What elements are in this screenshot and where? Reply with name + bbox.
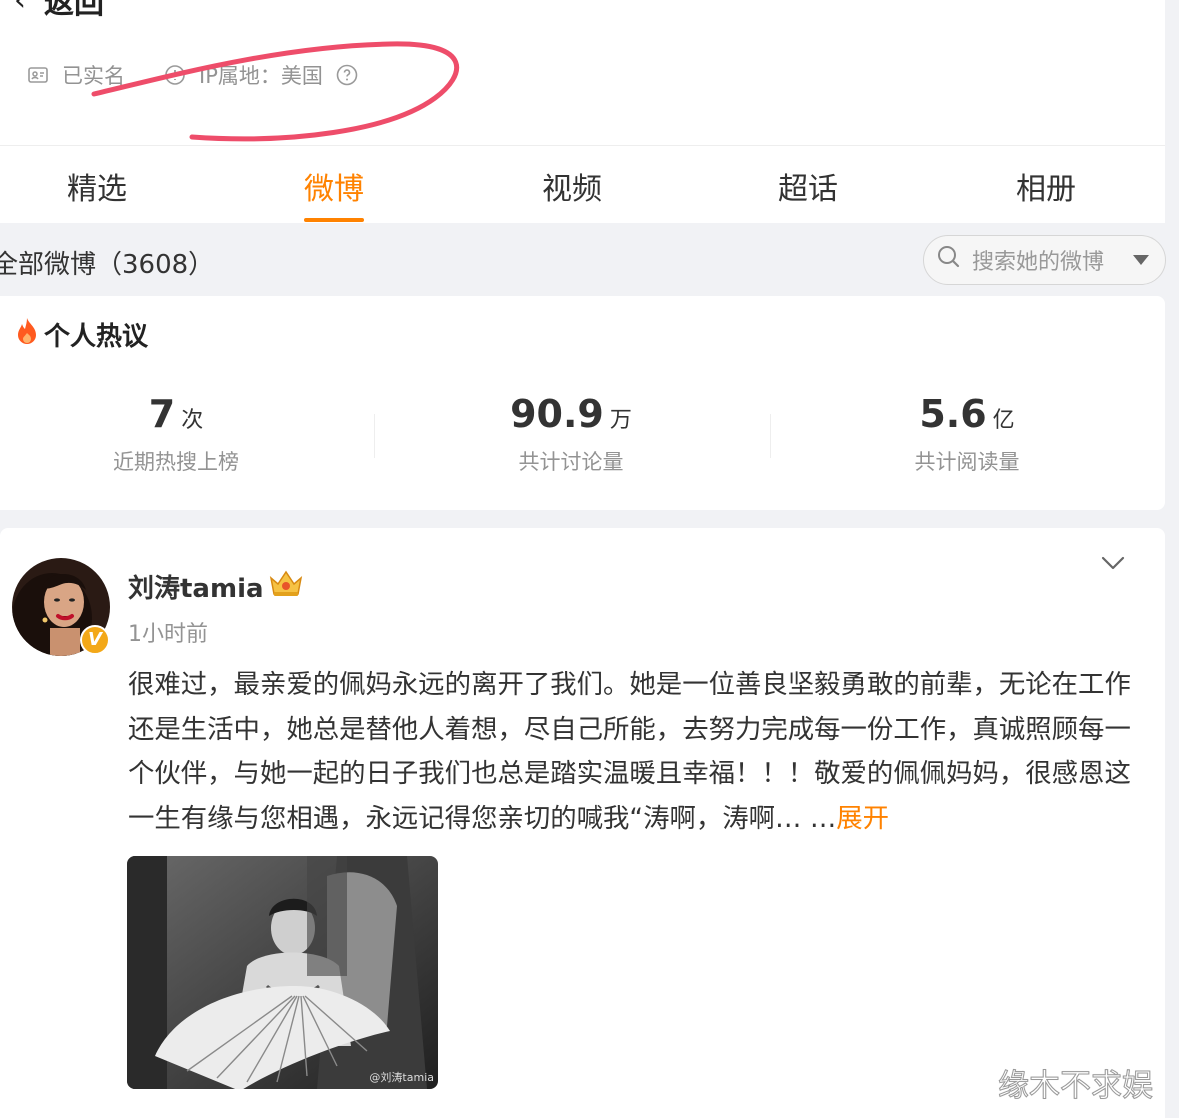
stat-reads: 5.6 亿 共计阅读量 xyxy=(817,392,1117,476)
dropdown-caret-icon[interactable] xyxy=(1133,255,1149,265)
stat-discussion: 90.9 万 共计讨论量 xyxy=(421,392,721,476)
red-annotation-scribble xyxy=(91,41,459,142)
search-placeholder: 搜索她的微博 xyxy=(972,250,1105,275)
stat-value: 7 xyxy=(148,392,176,436)
back-label: 返回 xyxy=(44,0,104,21)
tab-super-topic[interactable]: 超话 xyxy=(778,164,838,208)
photo-watermark: @刘涛tamia xyxy=(369,1071,434,1084)
stat-label: 共计阅读量 xyxy=(914,450,1020,474)
profile-tab-bar: 精选 微博 视频 超话 相册 xyxy=(0,145,1165,223)
profile-header: ‹ 返回 已实名 IP属地：美国 xyxy=(0,0,1165,145)
stat-label: 近期热搜上榜 xyxy=(113,450,239,474)
divider xyxy=(770,414,771,458)
post-body: 很难过，最亲爱的佩妈永远的离开了我们。她是一位善良坚毅勇敢的前辈，无论在工作还是… xyxy=(128,663,1138,841)
post-text: 很难过，最亲爱的佩妈永远的离开了我们。她是一位善良坚毅勇敢的前辈，无论在工作还是… xyxy=(128,669,1131,834)
hot-title-text: 个人热议 xyxy=(44,322,149,352)
post-menu-chevron-icon[interactable] xyxy=(1100,554,1126,576)
flame-icon xyxy=(14,316,40,353)
divider xyxy=(374,414,375,458)
post-image[interactable]: @刘涛tamia xyxy=(127,856,438,1089)
stat-value: 5.6 xyxy=(919,392,987,436)
stat-unit: 亿 xyxy=(992,408,1015,433)
active-tab-indicator xyxy=(304,218,364,222)
vip-crown-icon[interactable] xyxy=(268,568,304,602)
search-her-weibo-input[interactable]: 搜索她的微博 xyxy=(923,235,1166,285)
verified-badge-icon: V xyxy=(80,625,110,655)
tab-weibo[interactable]: 微博 xyxy=(304,164,364,208)
tab-featured[interactable]: 精选 xyxy=(67,164,127,208)
post-timestamp[interactable]: 1小时前 xyxy=(128,616,208,648)
chevron-left-icon: ‹ xyxy=(14,0,26,18)
expand-link[interactable]: 展开 xyxy=(836,803,889,834)
site-watermark: 缘木不求娱 xyxy=(998,1068,1154,1105)
back-button[interactable]: ‹ 返回 xyxy=(14,0,104,22)
all-weibo-filter[interactable]: 全部微博（3608） xyxy=(0,244,214,281)
stat-label: 共计讨论量 xyxy=(518,450,624,474)
filter-row: 全部微博（3608） 搜索她的微博 xyxy=(0,224,1179,296)
stat-value: 90.9 xyxy=(510,392,604,436)
weibo-post: V 刘涛tamia 1小时前 很难过，最亲爱的佩妈永远的离开了我们。她是一位善良… xyxy=(0,528,1165,1118)
tab-album[interactable]: 相册 xyxy=(1016,164,1076,208)
id-card-icon xyxy=(26,63,50,87)
search-icon xyxy=(936,244,962,276)
hot-title: 个人热议 xyxy=(14,316,148,353)
stat-unit: 次 xyxy=(181,408,204,433)
personal-hot-card: 个人热议 7次 近期热搜上榜 90.9 万 共计讨论量 5.6 亿 共计阅读量 xyxy=(0,296,1165,510)
tab-video[interactable]: 视频 xyxy=(542,164,602,208)
post-author-name[interactable]: 刘涛tamia xyxy=(128,568,264,605)
stat-unit: 万 xyxy=(609,408,632,433)
stat-hot-search: 7次 近期热搜上榜 xyxy=(26,392,326,476)
